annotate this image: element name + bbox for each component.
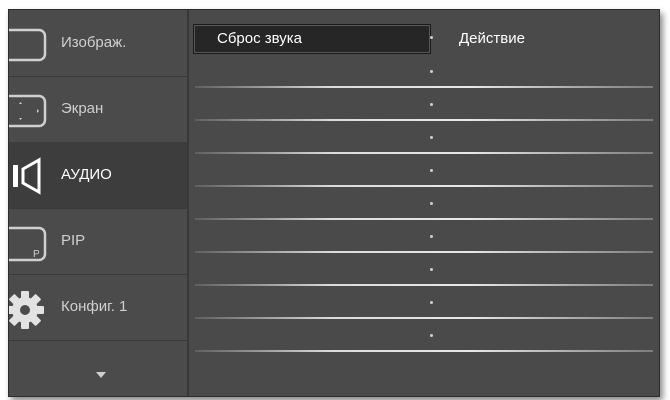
row-dot <box>430 202 433 205</box>
menu-row[interactable] <box>189 320 659 352</box>
row-dot <box>430 36 433 39</box>
gear-icon <box>9 291 44 329</box>
row-dot <box>430 103 433 106</box>
row-divider <box>195 317 653 319</box>
row-divider <box>195 218 653 220</box>
picture-icon <box>9 28 47 62</box>
menu-row[interactable] <box>189 122 659 154</box>
row-divider <box>195 152 653 154</box>
row-dot <box>430 301 433 304</box>
sidebar-item-label: PIP <box>61 232 86 249</box>
sidebar-item-pip[interactable]: P PIP <box>9 208 187 275</box>
sidebar-item-label: Экран <box>61 100 104 117</box>
menu-row[interactable] <box>189 254 659 286</box>
sidebar-item-screen[interactable]: Экран <box>9 76 187 143</box>
row-dot <box>430 235 433 238</box>
menu-row[interactable] <box>189 287 659 319</box>
svg-text:P: P <box>33 249 40 260</box>
sidebar-item-picture[interactable]: Изображ. <box>9 10 187 77</box>
screen-icon <box>9 94 47 128</box>
row-divider <box>195 185 653 187</box>
sidebar-item-label: Конфиг. 1 <box>61 298 128 315</box>
pip-icon: P <box>9 226 47 262</box>
row-divider <box>195 86 653 88</box>
row-dot <box>430 169 433 172</box>
row-divider <box>195 284 653 286</box>
menu-row[interactable] <box>189 89 659 121</box>
sidebar: Изображ. Экран АУДИО P PIP Конфиг. 1 <box>9 10 189 396</box>
row-divider <box>195 251 653 253</box>
row-divider <box>195 119 653 121</box>
osd-menu: Изображ. Экран АУДИО P PIP Конфиг. 1 Сбр… <box>8 9 660 397</box>
row-dot <box>430 268 433 271</box>
row-dot <box>430 334 433 337</box>
sidebar-item-config1[interactable]: Конфиг. 1 <box>9 274 187 341</box>
audio-settings-list: Сброс звука Действие <box>189 10 659 396</box>
row-dot <box>430 136 433 139</box>
speaker-icon <box>13 157 41 195</box>
row-label: Сброс звука <box>217 30 303 47</box>
row-dot <box>430 70 433 73</box>
sidebar-item-label: Изображ. <box>61 34 127 51</box>
menu-row[interactable] <box>189 188 659 220</box>
sidebar-item-audio[interactable]: АУДИО <box>9 142 187 209</box>
menu-row[interactable] <box>189 56 659 88</box>
sidebar-item-label: АУДИО <box>61 166 112 183</box>
row-value[interactable]: Действие <box>459 30 525 47</box>
menu-row[interactable] <box>189 221 659 253</box>
menu-row-audio-reset[interactable]: Сброс звука Действие <box>189 22 659 54</box>
menu-row[interactable] <box>189 155 659 187</box>
row-divider <box>195 350 653 352</box>
scroll-down-icon[interactable] <box>96 372 106 378</box>
